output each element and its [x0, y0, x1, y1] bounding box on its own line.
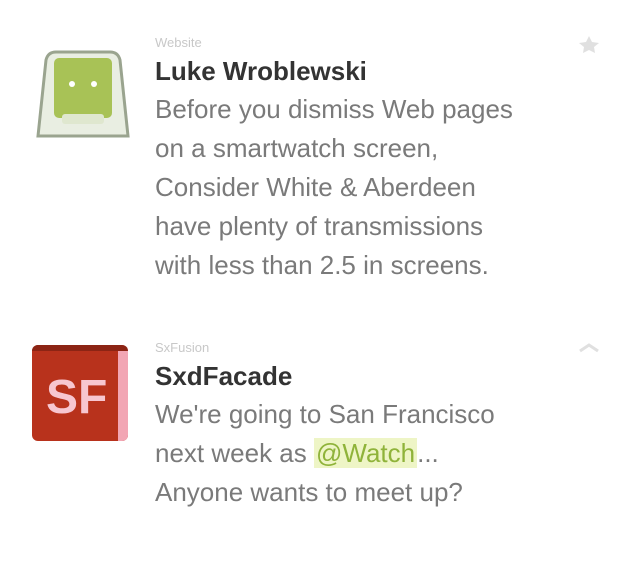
feed-item[interactable]: SF SxFusion SxdFacade We're going to San… — [30, 335, 610, 535]
body-line: Consider White & Aberdeen — [155, 172, 476, 202]
feed-item-title[interactable]: SxdFacade — [155, 359, 610, 393]
body-line: Before you dismiss Web pages — [155, 94, 513, 124]
body-text: ... — [417, 438, 439, 468]
body-text: next week as — [155, 438, 314, 468]
star-icon[interactable] — [574, 34, 604, 54]
body-line: next week as @Watch... — [155, 434, 610, 473]
feed-item-content: SxFusion SxdFacade We're going to San Fr… — [155, 335, 610, 512]
feed-item-source: Website — [155, 35, 202, 50]
feed-item-title[interactable]: Luke Wroblewski — [155, 54, 610, 88]
tweet-feed: Website Luke Wroblewski Before you dismi… — [0, 0, 641, 561]
avatar-text: SF — [46, 371, 107, 424]
hashtag-link[interactable]: @Watch — [313, 438, 418, 468]
body-line: on a smartwatch screen, — [155, 133, 439, 163]
feed-item[interactable]: Website Luke Wroblewski Before you dismi… — [30, 30, 610, 300]
body-line: We're going to San Francisco — [155, 399, 495, 429]
body-line: have plenty of transmissions — [155, 211, 484, 241]
chevron-icon[interactable] — [574, 339, 604, 359]
sf-logo-icon[interactable]: SF — [32, 345, 128, 441]
feed-item-body: Before you dismiss Web pages on a smartw… — [155, 90, 610, 285]
feed-item-content: Website Luke Wroblewski Before you dismi… — [155, 30, 610, 285]
android-icon[interactable] — [32, 40, 134, 142]
body-line: with less than 2.5 in screens. — [155, 250, 489, 280]
feed-item-body: We're going to San Francisco next week a… — [155, 395, 610, 512]
body-line: Anyone wants to meet up? — [155, 477, 463, 507]
feed-item-source: SxFusion — [155, 340, 210, 355]
